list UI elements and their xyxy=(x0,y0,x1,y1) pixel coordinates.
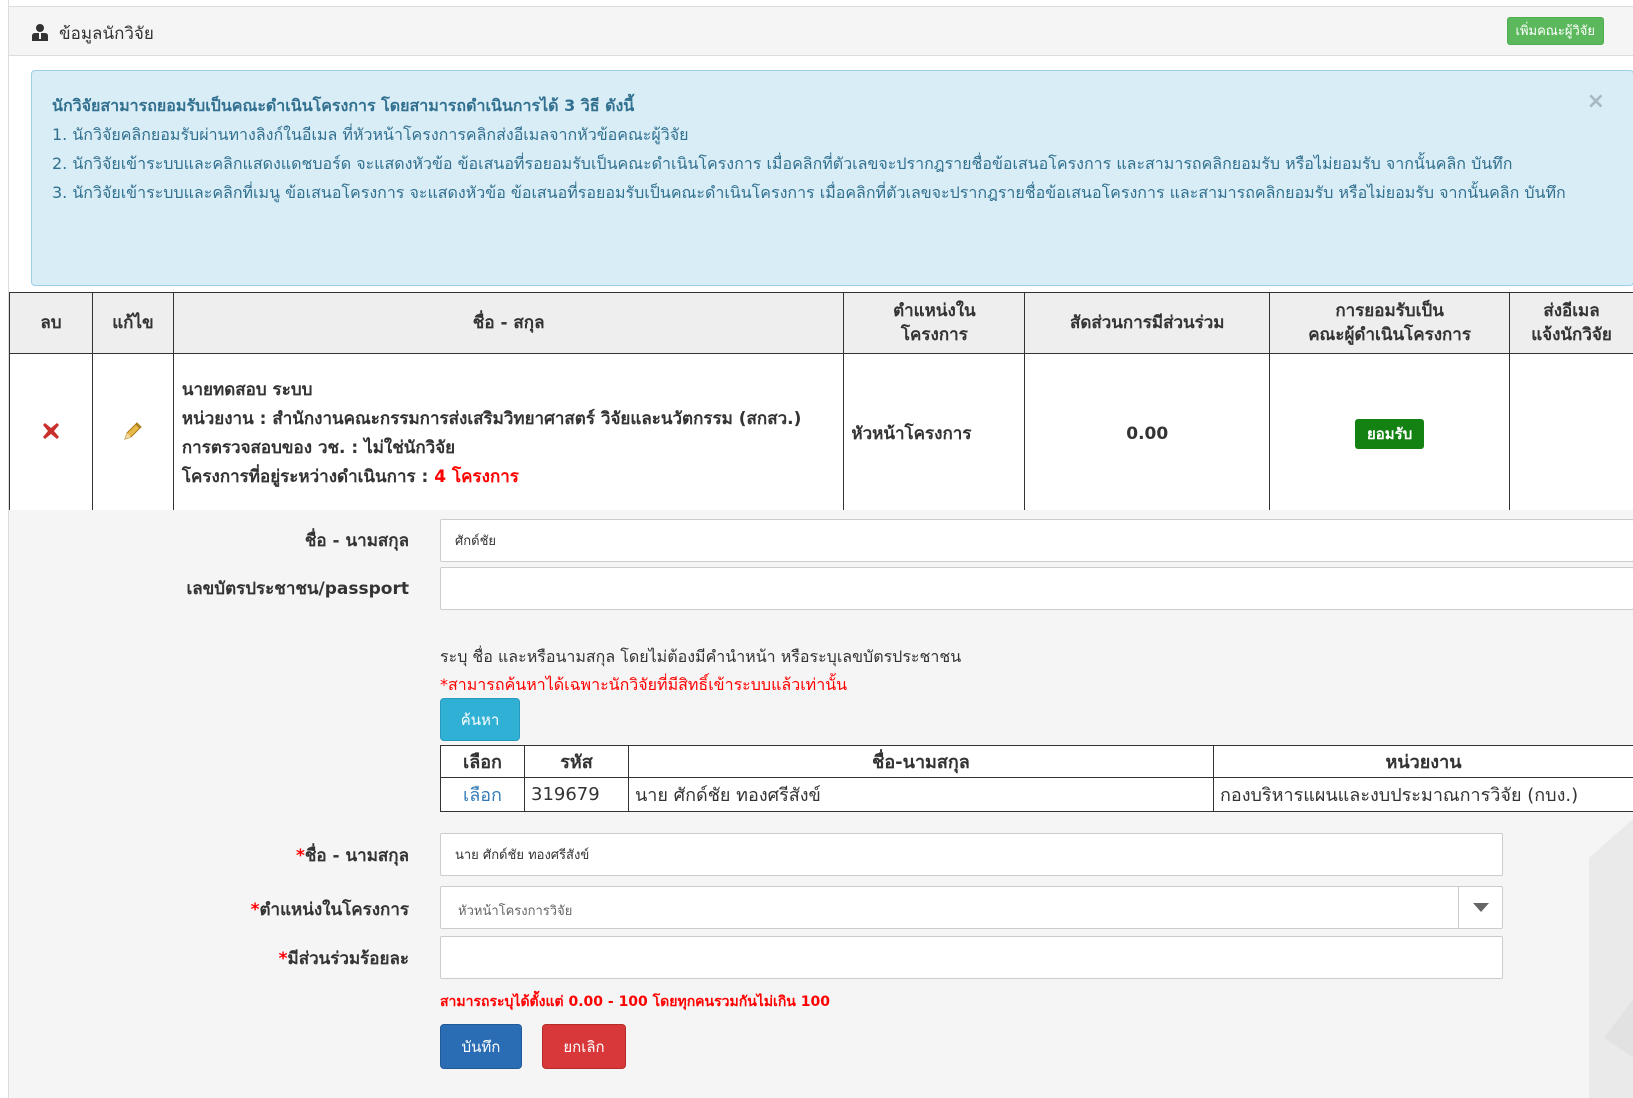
role-label: *ตำแหน่งในโครงการ xyxy=(129,896,409,923)
team-table: ลบ แก้ไข ชื่อ - สกุล ตำแหน่งใน โครงการ ส… xyxy=(9,292,1633,514)
header-delete: ลบ xyxy=(9,292,93,354)
header-accept: การยอมรับเป็น คณะผู้ดำเนินโครงการ xyxy=(1269,292,1511,354)
header-email-line1: ส่งอีเมล xyxy=(1543,301,1600,321)
required-mark: * xyxy=(278,949,288,969)
role-select[interactable]: หัวหน้าโครงการวิจัย xyxy=(440,886,1503,929)
header-email: ส่งอีเมล แจ้งนักวิจัย xyxy=(1509,292,1633,354)
team-table-header: ลบ แก้ไข ชื่อ - สกุล ตำแหน่งใน โครงการ ส… xyxy=(9,292,1633,354)
member-name: นายทดสอบ ระบบ xyxy=(181,379,313,400)
save-button[interactable]: บันทึก xyxy=(440,1024,522,1069)
add-team-button[interactable]: เพิ่มคณะผู้วิจัย xyxy=(1506,17,1604,45)
member-ongoing: โครงการที่อยู่ระหว่างดำเนินการ : 4 โครงก… xyxy=(182,463,836,492)
member-agency: หน่วยงาน : สำนักงานคณะกรรมการส่งเสริมวิท… xyxy=(182,405,836,434)
decorative-shape xyxy=(1589,818,1633,1098)
result-header-name: ชื่อ-นามสกุล xyxy=(628,745,1214,778)
delete-x-icon[interactable] xyxy=(41,421,61,441)
header-email-line2: แจ้งนักวิจัย xyxy=(1531,325,1612,345)
required-mark: * xyxy=(296,846,305,866)
accept-status-badge: ยอมรับ xyxy=(1354,418,1425,449)
header-accept-line2: คณะผู้ดำเนินโครงการ xyxy=(1308,325,1471,345)
search-button[interactable]: ค้นหา xyxy=(440,698,520,741)
member-ratio: 0.00 xyxy=(1024,353,1271,514)
result-code: 319679 xyxy=(524,777,629,812)
info-alert: นักวิจัยสามารถยอมรับเป็นคณะดำเนินโครงการ… xyxy=(31,70,1633,286)
header-role-line1: ตำแหน่งใน xyxy=(893,301,976,321)
result-agency: กองบริหารแผนและงบประมาณการวิจัย (กบง.) xyxy=(1213,777,1633,812)
required-mark: * xyxy=(250,900,260,920)
cancel-button[interactable]: ยกเลิก xyxy=(542,1024,626,1069)
result-header-code: รหัส xyxy=(524,745,629,778)
agency-label: หน่วยงาน : xyxy=(181,408,273,429)
table-row: เลือก 319679 นาย ศักด์ชัย ทองศรีสังข์ กอ… xyxy=(440,777,1633,812)
result-name: นาย ศักด์ชัย ทองศรีสังข์ xyxy=(628,777,1214,812)
pencil-icon[interactable] xyxy=(122,420,144,442)
alert-line-3: 3. นักวิจัยเข้าระบบและคลิกที่เมนู ข้อเสน… xyxy=(52,183,1566,202)
user-icon xyxy=(32,24,48,41)
alert-title: นักวิจัยสามารถยอมรับเป็นคณะดำเนินโครงการ… xyxy=(52,96,635,115)
result-header: เลือก รหัส ชื่อ-นามสกุล หน่วยงาน xyxy=(440,745,1633,778)
check-label: การตรวจสอบของ วช. : xyxy=(181,437,365,458)
member-name-cell: นายทดสอบ ระบบ หน่วยงาน : สำนักงานคณะกรรม… xyxy=(172,353,845,514)
search-form-area: ชื่อ - นามสกุล เลขบัตรประชาชน/passport ร… xyxy=(9,510,1633,1098)
header-accept-line1: การยอมรับเป็น xyxy=(1335,301,1444,321)
header-ratio: สัดส่วนการมีส่วนร่วม xyxy=(1024,292,1271,354)
panel-heading: ข้อมูลนักวิจัย เพิ่มคณะผู้วิจัย xyxy=(9,6,1633,56)
member-check: การตรวจสอบของ วช. : ไม่ใช่นักวิจัย xyxy=(182,434,836,463)
search-name-label: ชื่อ - นามสกุล xyxy=(304,531,409,551)
percent-label: *มีส่วนร่วมร้อยละ xyxy=(129,945,409,972)
percent-help: สามารถระบุได้ตั้งแต่ 0.00 - 100 โดยทุกคน… xyxy=(440,994,830,1010)
header-edit: แก้ไข xyxy=(91,292,174,354)
panel-title: ข้อมูลนักวิจัย xyxy=(59,24,154,44)
select-link[interactable]: เลือก xyxy=(463,785,502,806)
search-id-label: เลขบัตรประชาชน/passport xyxy=(186,579,409,599)
chevron-down-icon xyxy=(1473,903,1489,912)
fullname-label: *ชื่อ - นามสกุล xyxy=(179,842,409,869)
search-id-input[interactable] xyxy=(440,567,1633,610)
role-select-value: หัวหน้าโครงการวิจัย xyxy=(458,904,573,919)
search-result-table: เลือก รหัส ชื่อ-นามสกุล หน่วยงาน เลือก 3… xyxy=(440,745,1633,812)
result-select-cell: เลือก xyxy=(440,777,525,812)
header-role: ตำแหน่งใน โครงการ xyxy=(843,292,1026,354)
role-select-toggle[interactable] xyxy=(1458,887,1502,928)
search-help-red: *สามารถค้นหาได้เฉพาะนักวิจัยที่มีสิทธิ์เ… xyxy=(440,675,848,694)
ongoing-label: โครงการที่อยู่ระหว่างดำเนินการ : xyxy=(181,466,435,487)
accept-cell: ยอมรับ xyxy=(1269,353,1511,514)
percent-label-text: มีส่วนร่วมร้อยละ xyxy=(287,949,409,969)
close-icon[interactable]: × xyxy=(1587,91,1605,113)
result-header-select: เลือก xyxy=(440,745,525,778)
table-row: นายทดสอบ ระบบ หน่วยงาน : สำนักงานคณะกรรม… xyxy=(9,353,1633,514)
member-role: หัวหน้าโครงการ xyxy=(843,353,1026,514)
delete-cell xyxy=(9,353,93,514)
result-header-agency: หน่วยงาน xyxy=(1213,745,1633,778)
fullname-input[interactable] xyxy=(440,833,1503,876)
fullname-label-text: ชื่อ - นามสกุล xyxy=(304,846,409,866)
search-name-input[interactable] xyxy=(440,519,1633,562)
researcher-panel: ข้อมูลนักวิจัย เพิ่มคณะผู้วิจัย นักวิจัย… xyxy=(8,0,1633,1098)
edit-cell xyxy=(91,353,174,514)
role-label-text: ตำแหน่งในโครงการ xyxy=(259,900,410,920)
agency-value: สำนักงานคณะกรรมการส่งเสริมวิทยาศาสตร์ วิ… xyxy=(272,408,802,429)
ongoing-value: 4 โครงการ xyxy=(434,466,519,487)
check-value: ไม่ใช่นักวิจัย xyxy=(364,437,456,458)
percent-input[interactable] xyxy=(440,936,1503,979)
header-name: ชื่อ - สกุล xyxy=(172,292,845,354)
email-cell xyxy=(1509,353,1633,514)
header-role-line2: โครงการ xyxy=(900,325,968,345)
alert-line-2: 2. นักวิจัยเข้าระบบและคลิกแสดงแดชบอร์ด จ… xyxy=(52,154,1513,173)
search-help-text: ระบุ ชื่อ และหรือนามสกุล โดยไม่ต้องมีคำน… xyxy=(440,647,962,666)
alert-line-1: 1. นักวิจัยคลิกยอมรับผ่านทางลิงก์ในอีเมล… xyxy=(52,125,689,144)
